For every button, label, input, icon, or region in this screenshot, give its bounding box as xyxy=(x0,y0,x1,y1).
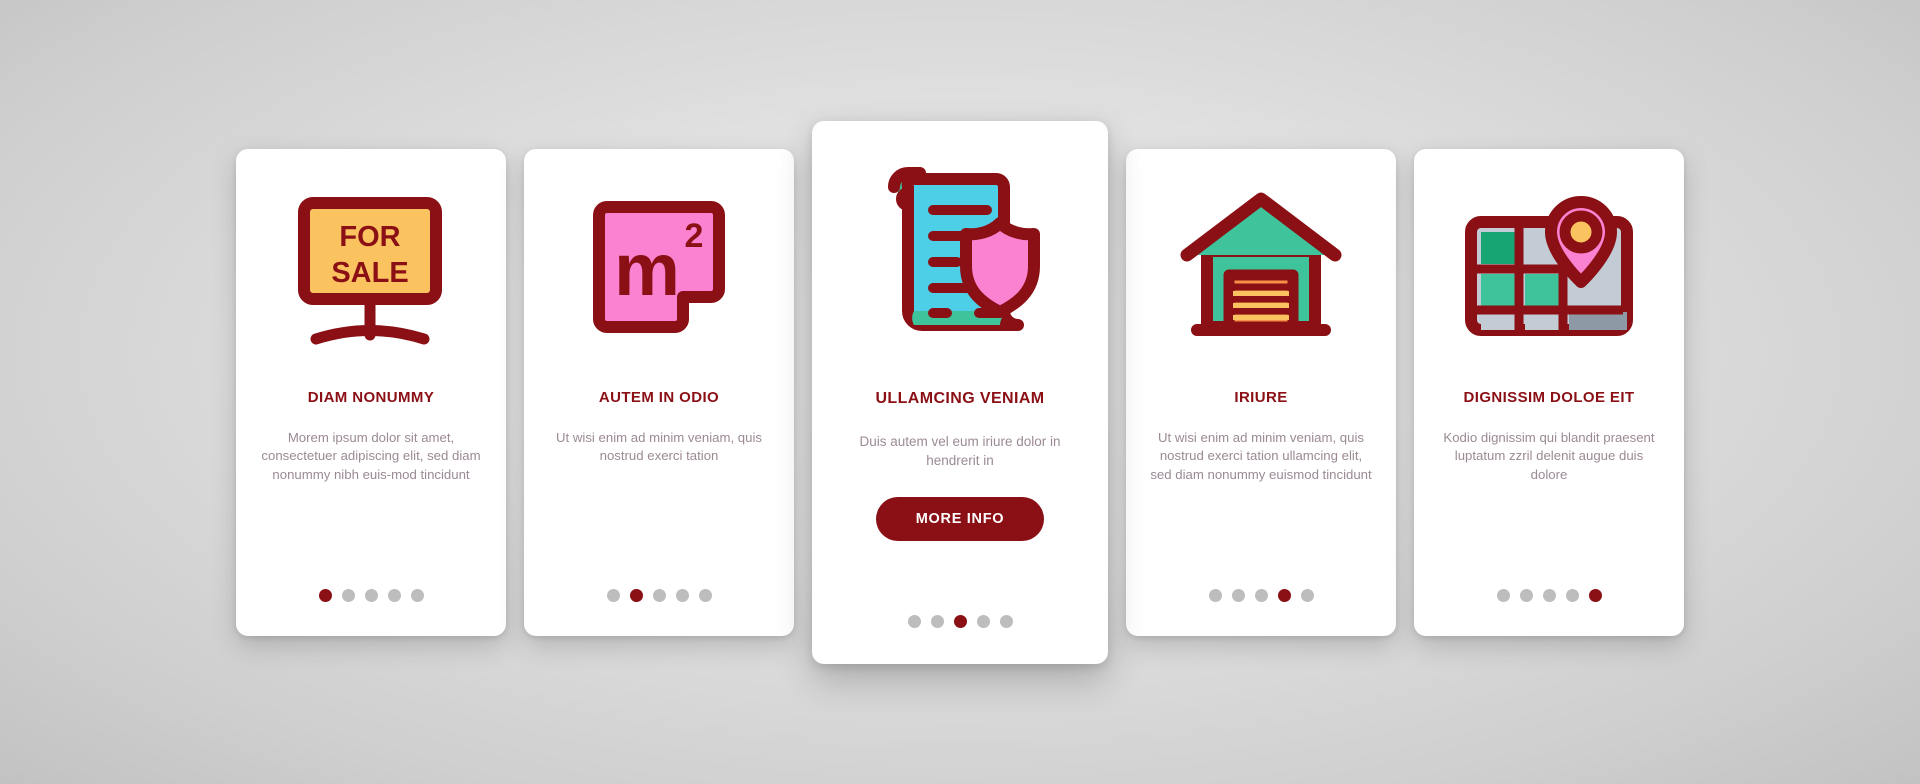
map-location-pin-icon xyxy=(1428,149,1670,389)
contract-shield-icon xyxy=(826,121,1094,389)
onboarding-card-for-sale[interactable]: FOR SALE DIAM NONUMMY Morem ipsum dolor … xyxy=(236,148,506,636)
card-title: AUTEM IN ODIO xyxy=(598,388,720,406)
svg-text:FOR: FOR xyxy=(339,221,400,253)
pagination-dot[interactable] xyxy=(629,588,643,602)
card-title: ULLAMCING VENIAM xyxy=(875,389,1045,407)
pagination-dot[interactable] xyxy=(1277,588,1291,602)
pagination-dot[interactable] xyxy=(606,588,620,602)
pagination-dot[interactable] xyxy=(387,588,401,602)
pagination-dot[interactable] xyxy=(1565,588,1579,602)
pagination-dot[interactable] xyxy=(907,614,921,628)
pagination-dots xyxy=(812,614,1108,628)
onboarding-card-garage[interactable]: IRIURE Ut wisi enim ad minim veniam, qui… xyxy=(1126,148,1396,636)
more-info-button[interactable]: MORE INFO xyxy=(875,496,1045,542)
svg-text:2: 2 xyxy=(685,217,704,255)
pagination-dot[interactable] xyxy=(1588,588,1602,602)
pagination-dots xyxy=(1414,588,1684,602)
pagination-dots xyxy=(524,588,794,602)
pagination-dot[interactable] xyxy=(341,588,355,602)
svg-text:m: m xyxy=(614,228,680,311)
card-body-text: Ut wisi enim ad minim veniam, quis nostr… xyxy=(556,429,762,464)
card-title: DIAM NONUMMY xyxy=(307,388,435,406)
pagination-dot[interactable] xyxy=(675,588,689,602)
pagination-dots xyxy=(236,588,506,602)
pagination-dot[interactable] xyxy=(1542,588,1556,602)
card-body-text: Ut wisi enim ad minim veniam, quis nostr… xyxy=(1150,429,1372,482)
onboarding-card-contract-shield[interactable]: ULLAMCING VENIAM Duis autem vel eum iriu… xyxy=(812,120,1108,664)
pagination-dot[interactable] xyxy=(1496,588,1510,602)
onboarding-card-square-meters[interactable]: m 2 AUTEM IN ODIO Ut wisi enim ad minim … xyxy=(524,148,794,636)
pagination-dot[interactable] xyxy=(652,588,666,602)
pagination-dot[interactable] xyxy=(999,614,1013,628)
card-title: DIGNISSIM DOLOE EIT xyxy=(1463,388,1635,406)
pagination-dot[interactable] xyxy=(318,588,332,602)
pagination-dots xyxy=(1126,588,1396,602)
svg-text:SALE: SALE xyxy=(331,257,408,289)
card-body-text: Kodio dignissim qui blandit praesent lup… xyxy=(1443,429,1655,482)
for-sale-sign-icon: FOR SALE xyxy=(250,149,492,389)
pagination-dot[interactable] xyxy=(364,588,378,602)
pagination-dot[interactable] xyxy=(698,588,712,602)
pagination-dot[interactable] xyxy=(1208,588,1222,602)
square-meters-icon: m 2 xyxy=(538,149,780,389)
pagination-dot[interactable] xyxy=(930,614,944,628)
card-title: IRIURE xyxy=(1234,388,1288,406)
pagination-dot[interactable] xyxy=(976,614,990,628)
card-body-text: Morem ipsum dolor sit amet, consectetuer… xyxy=(261,429,481,482)
card-body-text: Duis autem vel eum iriure dolor in hendr… xyxy=(859,433,1061,469)
pagination-dot[interactable] xyxy=(1519,588,1533,602)
pagination-dot[interactable] xyxy=(953,614,967,628)
onboarding-card-map-location[interactable]: DIGNISSIM DOLOE EIT Kodio dignissim qui … xyxy=(1414,148,1684,636)
pagination-dot[interactable] xyxy=(410,588,424,602)
pagination-dot[interactable] xyxy=(1254,588,1268,602)
pagination-dot[interactable] xyxy=(1231,588,1245,602)
pagination-dot[interactable] xyxy=(1300,588,1314,602)
onboarding-screens-board: FOR SALE DIAM NONUMMY Morem ipsum dolor … xyxy=(0,0,1920,784)
garage-icon xyxy=(1140,149,1382,389)
